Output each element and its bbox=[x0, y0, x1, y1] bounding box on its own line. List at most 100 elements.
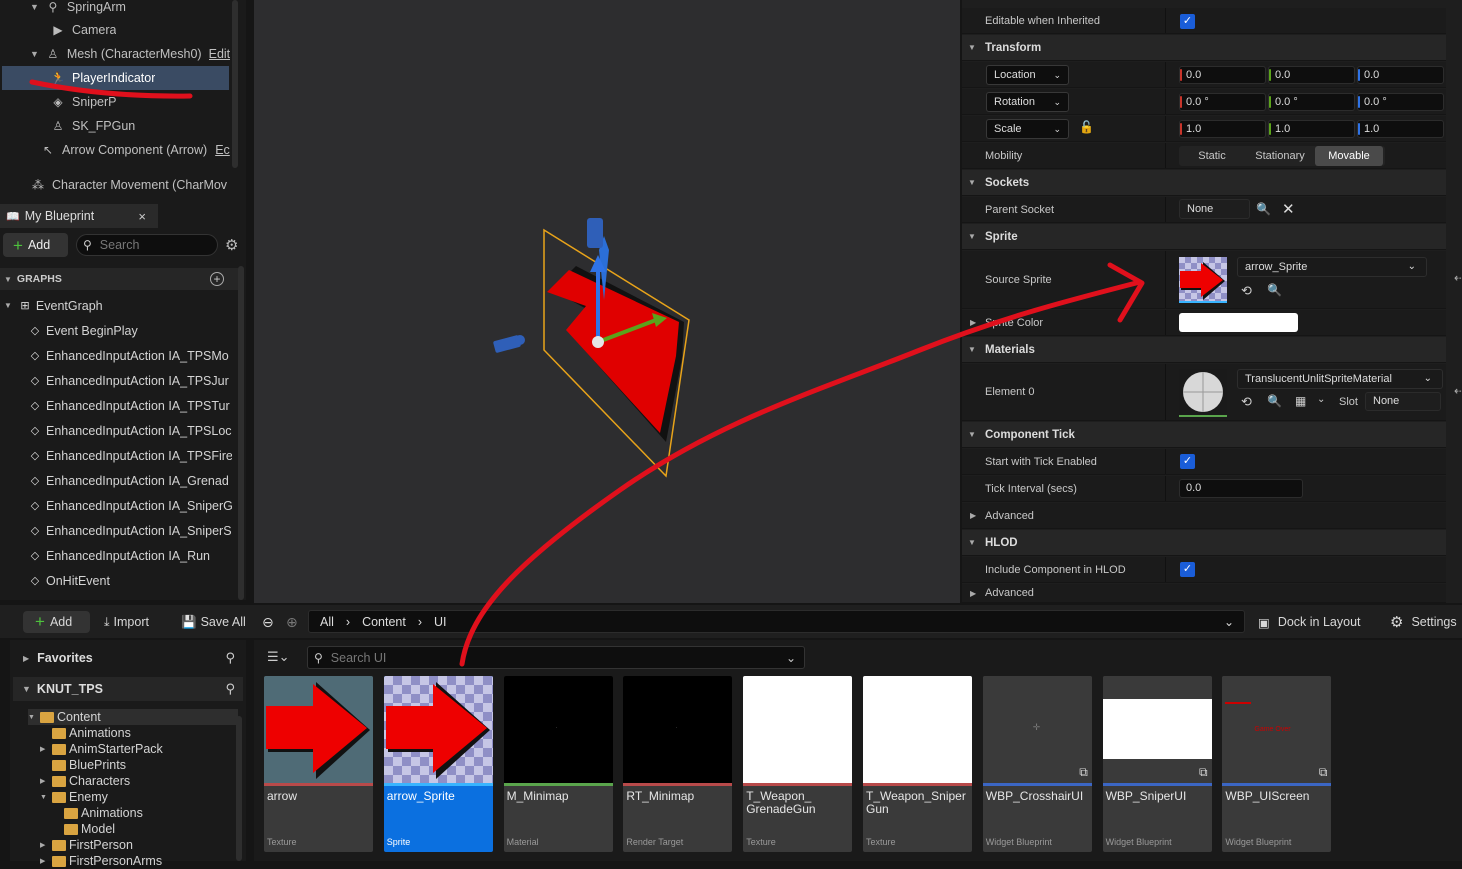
edit-link[interactable]: Ec bbox=[215, 143, 230, 157]
breadcrumb-all[interactable]: All bbox=[320, 615, 334, 629]
chevron-right-icon[interactable]: ▶ bbox=[970, 318, 976, 327]
project-header[interactable]: ▼ KNUT_TPS ⚲ bbox=[13, 677, 243, 701]
asset-tile[interactable]: arrow_Sprite Sprite bbox=[383, 676, 493, 852]
material-dropdown[interactable]: TranslucentUnlitSpriteMaterial ⌄ bbox=[1237, 369, 1443, 389]
chevron-down-icon[interactable]: ▼ bbox=[40, 794, 52, 801]
graph-event-item[interactable]: ◇ Event BeginPlay bbox=[0, 318, 232, 343]
tree-item-mesh[interactable]: ▼ ♙ Mesh (CharacterMesh0) Edit bbox=[0, 42, 230, 66]
asset-tile[interactable]: T_Weapon_ GrenadeGun Texture bbox=[743, 676, 853, 852]
graph-item-eventgraph[interactable]: ▼ ⊞ EventGraph bbox=[0, 293, 232, 318]
graph-event-item[interactable]: ◇ EnhancedInputAction IA_SniperG bbox=[0, 493, 232, 518]
folder-item[interactable]: ▶ Characters bbox=[40, 773, 130, 789]
favorites-header[interactable]: ▶ Favorites ⚲ bbox=[13, 646, 243, 670]
sprite-color-swatch[interactable] bbox=[1179, 313, 1298, 332]
include-hlod-checkbox[interactable]: ✓ bbox=[1180, 562, 1195, 577]
folder-item[interactable]: ▼ Enemy bbox=[40, 789, 108, 805]
slot-field[interactable]: None bbox=[1365, 392, 1441, 411]
browse-socket-icon[interactable]: 🔍 bbox=[1256, 202, 1271, 216]
folder-item[interactable]: Model bbox=[52, 821, 115, 837]
parent-socket-field[interactable]: None bbox=[1179, 199, 1250, 219]
materials-section-header[interactable]: ▼ Materials bbox=[962, 337, 1446, 363]
scrollbar[interactable] bbox=[232, 0, 238, 168]
advanced-row[interactable]: ▶ Advanced bbox=[962, 503, 1446, 529]
start-tick-checkbox[interactable]: ✓ bbox=[1180, 454, 1195, 469]
graph-event-item[interactable]: ◇ OnHitEvent bbox=[0, 568, 232, 593]
filter-icon[interactable]: ☰⌄ bbox=[267, 649, 290, 665]
chevron-right-icon[interactable]: ▶ bbox=[40, 777, 52, 785]
use-selected-icon[interactable]: ⟲ bbox=[1241, 283, 1252, 299]
reset-arrow-icon[interactable]: ⇠ bbox=[1454, 384, 1462, 398]
search-icon[interactable]: ⚲ bbox=[225, 681, 235, 697]
mobility-movable[interactable]: Movable bbox=[1315, 146, 1383, 166]
settings-button[interactable]: ⚙ Settings bbox=[1390, 611, 1457, 633]
cb-add-button[interactable]: + Add bbox=[23, 611, 90, 633]
rotation-y-field[interactable]: 0.0 ° bbox=[1268, 93, 1355, 111]
folder-item[interactable]: Animations bbox=[52, 805, 143, 821]
hlod-section-header[interactable]: ▼ HLOD bbox=[962, 530, 1446, 556]
tree-item-playerindicator[interactable]: 🏃 PlayerIndicator bbox=[2, 66, 229, 90]
source-sprite-dropdown[interactable]: arrow_Sprite ⌄ bbox=[1237, 257, 1427, 277]
tree-item-sk-fpgun[interactable]: ♙ SK_FPGun bbox=[0, 114, 230, 138]
asset-tile[interactable]: arrow Texture bbox=[264, 676, 373, 852]
search-input[interactable]: ⚲ Search bbox=[76, 234, 218, 256]
graph-event-item[interactable]: ◇ EnhancedInputAction IA_SniperS bbox=[0, 518, 232, 543]
chevron-right-icon[interactable]: ▶ bbox=[40, 841, 52, 849]
sockets-section-header[interactable]: ▼ Sockets bbox=[962, 170, 1446, 196]
scale-dropdown[interactable]: Scale ⌄ bbox=[986, 119, 1069, 139]
graph-event-item[interactable]: ◇ EnhancedInputAction IA_TPSJur bbox=[0, 368, 232, 393]
tab-my-blueprint[interactable]: 📖 My Blueprint × bbox=[0, 204, 158, 228]
add-graph-icon[interactable]: + bbox=[210, 272, 224, 286]
asset-tile[interactable]: · M_Minimap Material bbox=[503, 676, 613, 852]
chevron-down-icon[interactable]: ⌄ bbox=[786, 651, 796, 665]
rotation-dropdown[interactable]: Rotation ⌄ bbox=[986, 92, 1069, 112]
rotation-x-field[interactable]: 0.0 ° bbox=[1179, 93, 1266, 111]
asset-search-input[interactable]: ⚲ Search UI ⌄ bbox=[307, 646, 805, 669]
save-all-button[interactable]: 💾 Save All bbox=[181, 611, 246, 633]
asset-tile[interactable]: ⧉ WBP_SniperUI Widget Blueprint bbox=[1102, 676, 1212, 852]
folder-item[interactable]: BluePrints bbox=[40, 757, 126, 773]
scrollbar[interactable] bbox=[238, 266, 244, 600]
sprite-section-header[interactable]: ▼ Sprite bbox=[962, 224, 1446, 250]
import-button[interactable]: ⤓ Import bbox=[104, 611, 149, 633]
chevron-down-icon[interactable]: ▼ bbox=[30, 2, 39, 12]
scale-x-field[interactable]: 1.0 bbox=[1179, 120, 1266, 138]
folder-item[interactable]: ▼ Content bbox=[28, 709, 238, 725]
browse-icon[interactable]: 🔍 bbox=[1267, 283, 1282, 297]
gear-icon[interactable]: ⚙ bbox=[225, 236, 238, 254]
component-tick-section-header[interactable]: ▼ Component Tick bbox=[962, 422, 1446, 448]
forward-icon[interactable]: ⊕ bbox=[286, 611, 298, 633]
asset-tile[interactable]: Game Over ⧉ WBP_UIScreen Widget Blueprint bbox=[1222, 676, 1332, 852]
asset-tile[interactable]: ✛ ⧉ WBP_CrosshairUI Widget Blueprint bbox=[982, 676, 1092, 852]
transform-section-header[interactable]: ▼ Transform bbox=[962, 35, 1446, 61]
close-icon[interactable]: × bbox=[138, 209, 146, 224]
lock-icon[interactable]: 🔓 bbox=[1079, 120, 1094, 134]
edit-link[interactable]: Edit bbox=[209, 47, 230, 61]
dock-in-layout-button[interactable]: ▣ Dock in Layout bbox=[1258, 611, 1361, 633]
tree-item-camera[interactable]: ▶ Camera bbox=[0, 18, 230, 42]
chevron-right-icon[interactable]: ▶ bbox=[40, 857, 52, 865]
location-z-field[interactable]: 0.0 bbox=[1357, 66, 1444, 84]
tree-item-arrow[interactable]: ↖ Arrow Component (Arrow) Ec bbox=[0, 138, 230, 162]
advanced-row-2[interactable]: ▶ Advanced bbox=[962, 584, 1446, 603]
breadcrumb-content[interactable]: Content bbox=[362, 615, 406, 629]
viewport[interactable] bbox=[254, 0, 960, 603]
folder-item[interactable]: ▶ AnimStarterPack bbox=[40, 741, 163, 757]
breadcrumb-ui[interactable]: UI bbox=[434, 615, 447, 629]
folder-item[interactable]: Animations bbox=[40, 725, 131, 741]
graph-event-item[interactable]: ◇ EnhancedInputAction IA_Run bbox=[0, 543, 232, 568]
folder-item[interactable]: ▶ FirstPerson bbox=[40, 837, 133, 853]
scale-z-field[interactable]: 1.0 bbox=[1357, 120, 1444, 138]
graph-event-item[interactable]: ◇ EnhancedInputAction IA_Grenad bbox=[0, 468, 232, 493]
asset-tile[interactable]: T_Weapon_Sniper Gun Texture bbox=[863, 676, 972, 852]
tree-item-sniperp[interactable]: ◈ SniperP bbox=[0, 90, 230, 114]
graphs-section-header[interactable]: ▼ GRAPHS + bbox=[0, 268, 238, 290]
chevron-down-icon[interactable]: ▼ bbox=[30, 49, 39, 59]
mobility-static[interactable]: Static bbox=[1179, 146, 1245, 166]
graph-event-item[interactable]: ◇ EnhancedInputAction IA_TPSLoc bbox=[0, 418, 232, 443]
add-button[interactable]: + Add bbox=[3, 233, 68, 257]
editable-when-inherited-checkbox[interactable]: ✓ bbox=[1180, 14, 1195, 29]
use-selected-icon[interactable]: ⟲ bbox=[1241, 394, 1252, 410]
browse-icon[interactable]: 🔍 bbox=[1267, 394, 1282, 408]
graph-event-item[interactable]: ◇ EnhancedInputAction IA_TPSMo bbox=[0, 343, 232, 368]
checker-icon[interactable]: ▦ bbox=[1295, 394, 1306, 408]
